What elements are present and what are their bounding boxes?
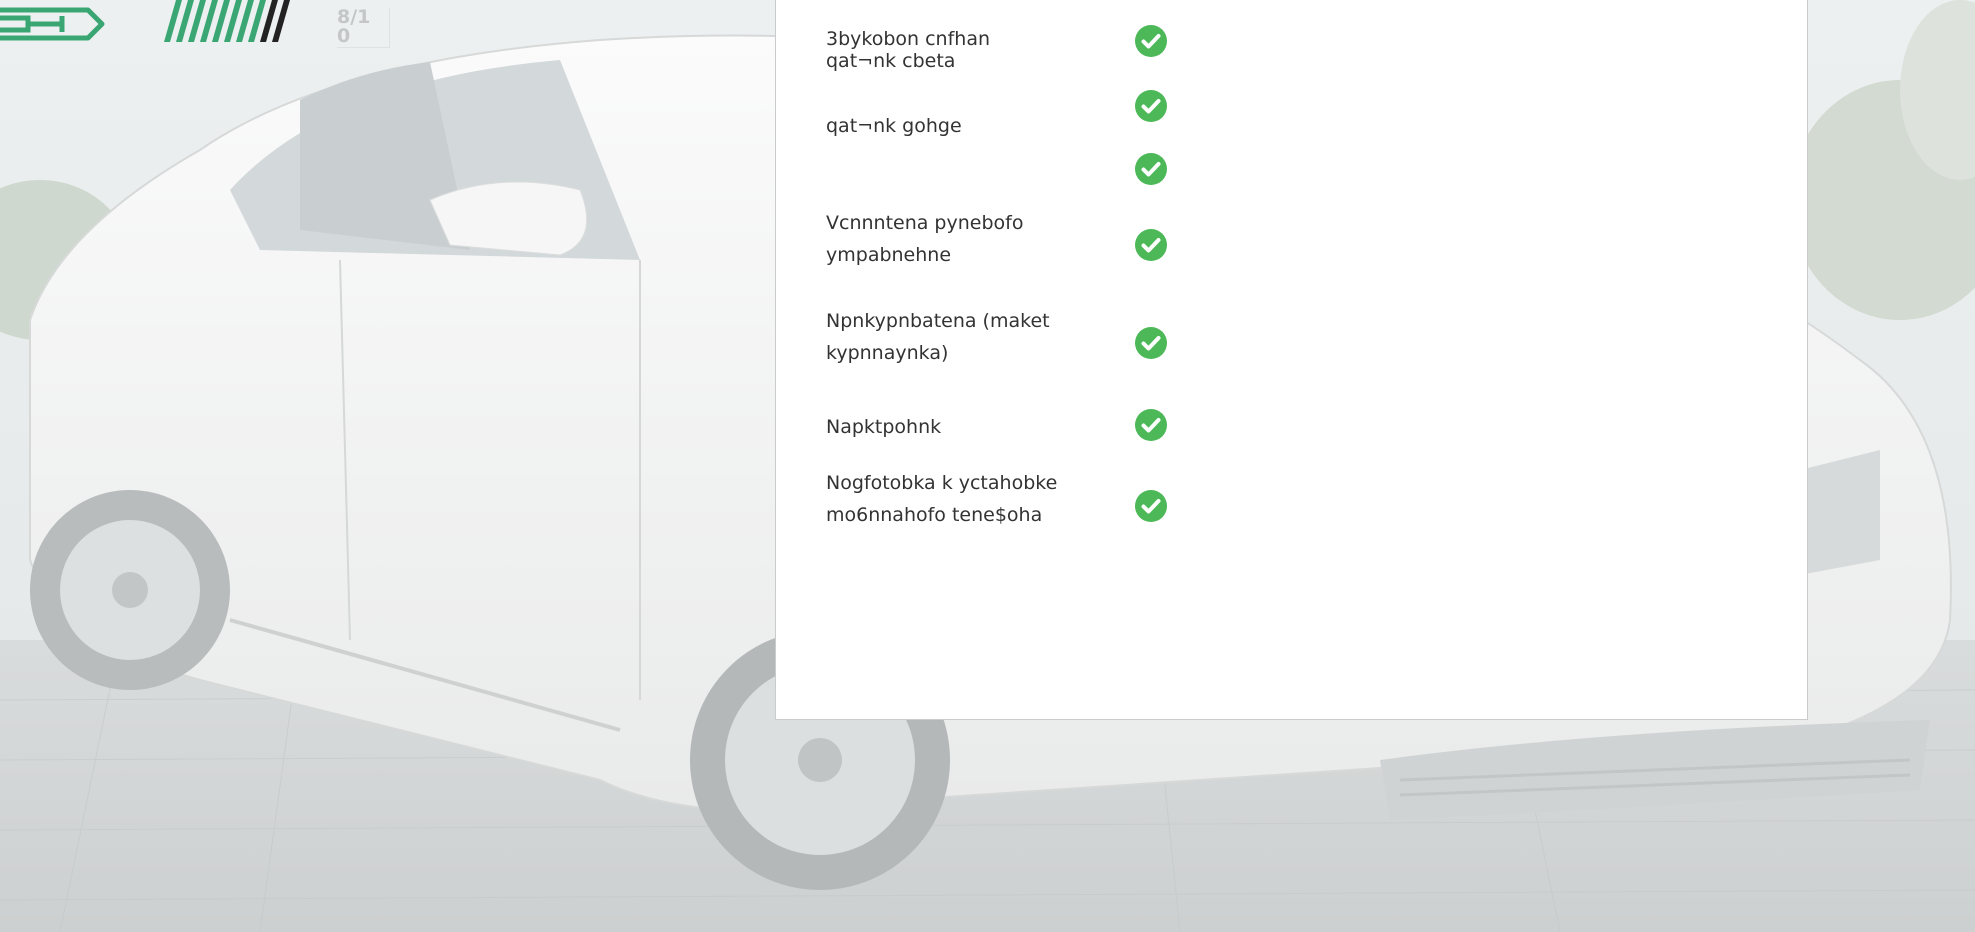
list-item: qat¬nk gohge	[826, 110, 1126, 142]
page-counter-line2: 0	[337, 25, 351, 47]
item-label: Vcnnntena pynebofo ympabnehne	[826, 212, 1024, 266]
check-icon	[1135, 490, 1167, 522]
list-item: Nogfotobka k yctahobke mo6nnahofo tene$o…	[826, 467, 1126, 531]
item-label: 3bykobon cnfhan qat¬nk cbeta	[826, 28, 991, 72]
item-label: Nogfotobka k yctahobke mo6nnahofo tene$o…	[826, 472, 1058, 526]
brand-logo	[0, 2, 110, 44]
checklist-panel: 3bykobon cnfhan qat¬nk cbeta qat¬nk gohg…	[775, 0, 1808, 720]
list-item: Napktpohnk	[826, 411, 1126, 443]
list-item: Vcnnntena pynebofo ympabnehne	[826, 207, 1126, 271]
progress-indicator	[160, 0, 328, 42]
item-label: qat¬nk gohge	[826, 115, 962, 137]
page-counter: 8/1 0	[337, 8, 390, 48]
list-item: 3bykobon cnfhan qat¬nk cbeta	[826, 28, 1126, 72]
list-item: Npnkypnbatena (maket kypnnaynka)	[826, 305, 1126, 369]
check-icon	[1135, 90, 1167, 122]
item-label: Npnkypnbatena (maket kypnnaynka)	[826, 310, 1050, 364]
check-icon	[1135, 229, 1167, 261]
item-label: Napktpohnk	[826, 416, 942, 438]
check-icon	[1135, 409, 1167, 441]
check-icon	[1135, 327, 1167, 359]
check-icon	[1135, 25, 1167, 57]
check-icon	[1135, 153, 1167, 185]
